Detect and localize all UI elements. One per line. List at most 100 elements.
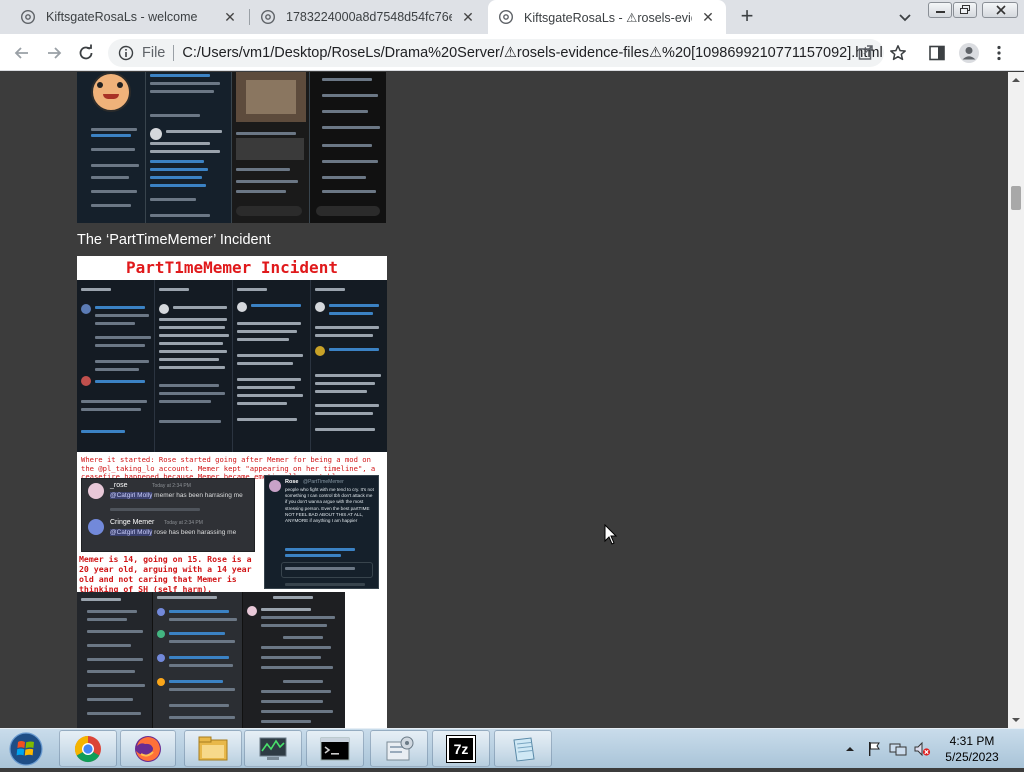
control-panel-icon: [386, 736, 414, 760]
taskbar-task-manager[interactable]: [244, 730, 302, 767]
tab-evidence[interactable]: KiftsgateRosaLs - ⚠rosels-evidence ✕: [488, 0, 726, 34]
evidence-content: The ‘PartTimeMemer’ Incident PartT1meMem…: [0, 72, 1008, 728]
close-tab-icon[interactable]: ✕: [700, 9, 716, 25]
scroll-up-icon[interactable]: [1011, 75, 1021, 85]
tab-welcome[interactable]: KiftsgateRosaLs - welcome ✕: [10, 0, 248, 34]
evidence-image-previous[interactable]: [77, 72, 386, 223]
restore-button[interactable]: [953, 2, 977, 18]
discord-user-a: _rose: [110, 482, 128, 489]
screenshot-panel: [77, 280, 155, 452]
reload-button[interactable]: [75, 42, 97, 64]
volume-muted-icon[interactable]: [913, 741, 931, 757]
chrome-icon: [74, 735, 101, 762]
scrollbar-thumb[interactable]: [1011, 186, 1021, 210]
forward-arrow-icon: [48, 47, 62, 59]
star-icon: [890, 45, 906, 61]
screenshot-panel: [231, 72, 309, 223]
back-arrow-icon: [14, 47, 28, 59]
start-button[interactable]: [6, 731, 46, 767]
discord-time-a: Today at 2:34 PM: [152, 483, 191, 489]
discord-message-b: @Catgirl Molly rose has been harassing m…: [110, 529, 236, 536]
menu-button[interactable]: [988, 42, 1010, 64]
scheme-label: File: [142, 45, 166, 61]
side-panel-icon: [929, 45, 945, 61]
tab-hash-file[interactable]: 1783224000a8d7548d54fc76e49 ✕: [250, 0, 486, 34]
share-icon: [858, 45, 873, 60]
network-icon[interactable]: [889, 741, 907, 757]
globe-icon: [260, 9, 276, 25]
taskbar-command-prompt[interactable]: [306, 730, 364, 767]
tab-strip: KiftsgateRosaLs - welcome ✕ 1783224000a8…: [0, 0, 1024, 34]
page-viewport: The ‘PartTimeMemer’ Incident PartT1meMem…: [0, 72, 1008, 728]
screenshot-panel: [145, 72, 231, 223]
taskbar-notepad[interactable]: [494, 730, 552, 767]
clock-date: 5/25/2023: [945, 750, 999, 764]
system-clock[interactable]: 4:31 PM 5/25/2023: [930, 733, 1014, 765]
windows-start-icon: [9, 732, 43, 766]
reload-icon: [79, 44, 93, 60]
discord-mention: @Catgirl Molly: [110, 529, 153, 536]
back-button[interactable]: [11, 42, 33, 64]
chevron-down-icon[interactable]: [896, 8, 914, 26]
discord-time-b: Today at 2:34 PM: [164, 520, 203, 526]
tab-title: KiftsgateRosaLs - welcome: [46, 10, 198, 24]
close-tab-icon[interactable]: ✕: [460, 9, 476, 25]
address-bar[interactable]: File C:/Users/vm1/Desktop/RoseLs/Drama%2…: [108, 39, 884, 67]
discord-screenshot: _rose Today at 2:34 PM @Catgirl Molly me…: [81, 478, 255, 552]
close-window-button[interactable]: [982, 2, 1018, 18]
taskbar-file-explorer[interactable]: [184, 730, 242, 767]
task-manager-icon: [259, 737, 287, 760]
browser-toolbar: File C:/Users/vm1/Desktop/RoseLs/Drama%2…: [0, 34, 1024, 71]
firefox-icon: [135, 735, 161, 762]
profile-button[interactable]: [958, 42, 980, 64]
mouse-cursor-icon: [604, 524, 618, 545]
side-panel-button[interactable]: [926, 42, 948, 64]
section-heading: The ‘PartTimeMemer’ Incident: [77, 232, 271, 248]
bookmark-button[interactable]: [887, 42, 909, 64]
scroll-down-icon[interactable]: [1011, 715, 1021, 725]
tab-title: KiftsgateRosaLs - ⚠rosels-evidence: [524, 10, 692, 25]
url-text[interactable]: C:/Users/vm1/Desktop/RoseLs/Drama%20Serv…: [182, 45, 882, 61]
action-center-flag-icon[interactable]: [867, 741, 881, 757]
taskbar-7zip[interactable]: 7z: [432, 730, 490, 767]
discord-text: rose has been harassing me: [154, 529, 237, 536]
screenshot-panel: [311, 280, 387, 452]
share-button[interactable]: [855, 42, 877, 64]
info-icon[interactable]: [118, 45, 134, 61]
notepad-icon: [513, 736, 535, 762]
windows-taskbar: 7z 4:31 PM 5/25/2023: [0, 728, 1024, 768]
chat-screenshot-collage: [77, 592, 345, 728]
screenshot-panel: [155, 280, 233, 452]
screenshot-panel: [77, 72, 145, 223]
tweet-text: people who fight with me tend to cry. It…: [285, 487, 374, 524]
screenshot-panel: [233, 280, 311, 452]
command-prompt-icon: [320, 737, 350, 760]
discord-text: memer has been harrasing me: [154, 492, 243, 499]
discord-user-b: Cringe Memer: [110, 519, 155, 526]
kebab-menu-icon: [997, 45, 1001, 61]
screenshot-collage: [77, 280, 387, 452]
close-tab-icon[interactable]: ✕: [222, 9, 238, 25]
discord-mention: @Catgirl Molly: [110, 492, 153, 499]
tray-expand-icon[interactable]: [845, 744, 855, 754]
tweet-screenshot: Rose @PartTimeMemer people who fight wit…: [264, 475, 379, 589]
taskbar-firefox[interactable]: [120, 730, 176, 767]
clock-time: 4:31 PM: [949, 734, 995, 748]
evidence-image-parttimememer[interactable]: PartT1meMemer Incident Where it started:…: [77, 256, 387, 728]
forward-button[interactable]: [43, 42, 65, 64]
page-scrollbar[interactable]: [1008, 72, 1024, 728]
taskbar-control-panel[interactable]: [370, 730, 428, 767]
omnibox-divider: [173, 45, 175, 61]
file-explorer-icon: [198, 736, 228, 760]
new-tab-button[interactable]: +: [736, 5, 758, 28]
tab-title: 1783224000a8d7548d54fc76e49: [286, 10, 452, 24]
profile-icon: [959, 43, 979, 63]
globe-icon: [20, 9, 36, 25]
tweet-name: Rose: [285, 479, 299, 485]
screenshot-panel: [309, 72, 386, 223]
taskbar-chrome[interactable]: [59, 730, 117, 767]
discord-message-a: @Catgirl Molly memer has been harrasing …: [110, 492, 243, 499]
globe-icon: [498, 9, 514, 25]
incident-banner: PartT1meMemer Incident: [126, 258, 338, 277]
minimize-button[interactable]: [928, 2, 952, 18]
